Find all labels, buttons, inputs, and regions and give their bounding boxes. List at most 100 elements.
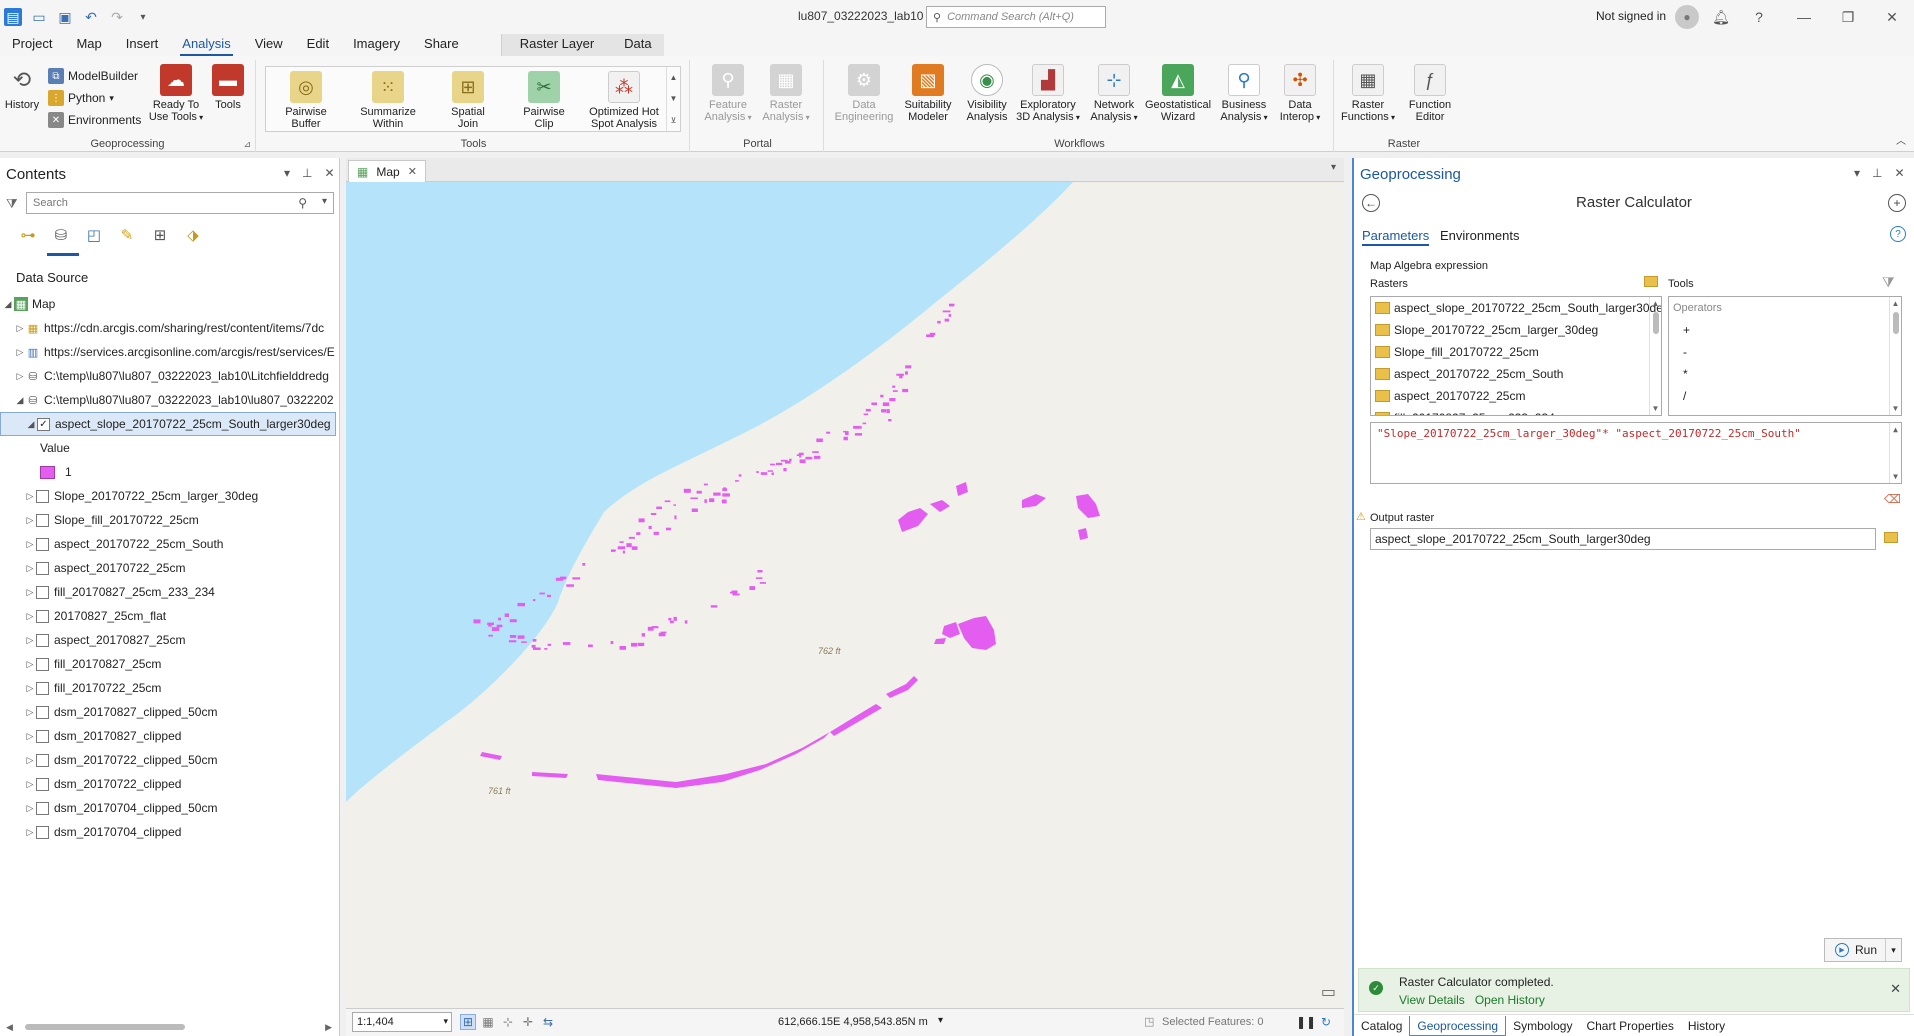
dialog-launcher-icon[interactable]: ⊿ bbox=[243, 139, 251, 150]
layer-visibility-checkbox[interactable] bbox=[36, 801, 49, 815]
legend-item[interactable]: 1 bbox=[40, 465, 72, 480]
tab-imagery[interactable]: Imagery bbox=[341, 34, 412, 56]
tree-layer-row[interactable]: ▷ Slope_fill_20170722_25cm bbox=[0, 508, 338, 532]
bottom-tab-catalog[interactable]: Catalog bbox=[1354, 1016, 1409, 1036]
scroll-right-icon[interactable]: ▶ bbox=[325, 1022, 332, 1033]
tab-raster-layer[interactable]: Raster Layer bbox=[500, 34, 613, 56]
redo-icon[interactable]: ↷ bbox=[108, 8, 126, 26]
view-details-link[interactable]: View Details bbox=[1399, 993, 1465, 1007]
close-tab-icon[interactable]: ✕ bbox=[408, 165, 417, 178]
pause-drawing-icon[interactable]: ❚❚ bbox=[1296, 1014, 1316, 1030]
output-raster-input[interactable]: aspect_slope_20170722_25cm_South_larger3… bbox=[1370, 528, 1876, 550]
expand-icon[interactable]: ▷ bbox=[24, 659, 36, 670]
tab-project[interactable]: Project bbox=[0, 34, 64, 56]
filter-icon[interactable]: ⧩ bbox=[6, 196, 18, 212]
map-canvas[interactable]: 762 ft 761 ft ▭ bbox=[346, 182, 1344, 1008]
suitability-modeler-button[interactable]: ▧ Suitability Modeler bbox=[898, 64, 958, 123]
filter-icon[interactable]: ⧩ bbox=[1882, 274, 1895, 291]
tree-layer-row[interactable]: ▷ aspect_20170722_25cm bbox=[0, 556, 338, 580]
browse-output-folder-icon[interactable] bbox=[1884, 532, 1898, 543]
expand-icon[interactable]: ▷ bbox=[14, 347, 26, 358]
operator-divide[interactable]: / bbox=[1669, 385, 1901, 407]
summarize-within-button[interactable]: ⁙ Summarize Within bbox=[350, 71, 426, 130]
layer-visibility-checkbox[interactable] bbox=[36, 585, 49, 599]
contents-horizontal-scrollbar[interactable]: ◀ ▶ bbox=[6, 1022, 332, 1032]
tab-parameters[interactable]: Parameters bbox=[1362, 228, 1430, 246]
tree-layer-row[interactable]: ▷ fill_20170722_25cm bbox=[0, 676, 338, 700]
tree-layer-row[interactable]: ▷ 20170827_25cm_flat bbox=[0, 604, 338, 628]
tools-button[interactable]: ▬ Tools bbox=[208, 64, 248, 111]
list-by-drawing-order-icon[interactable]: ⊶ bbox=[18, 224, 38, 246]
raster-list-item[interactable]: aspect_20170722_25cm bbox=[1371, 385, 1661, 407]
tree-layer-row[interactable]: ▷ aspect_20170722_25cm_South bbox=[0, 532, 338, 556]
optimized-hot-spot-button[interactable]: ⁂ Optimized Hot Spot Analysis bbox=[584, 71, 664, 130]
raster-list-item[interactable]: Slope_fill_20170722_25cm bbox=[1371, 341, 1661, 363]
tree-layer-row[interactable]: ▷ aspect_20170827_25cm bbox=[0, 628, 338, 652]
gallery-down-icon[interactable]: ▼ bbox=[670, 94, 678, 103]
list-by-selection-icon[interactable]: ◰ bbox=[84, 224, 104, 246]
tab-view[interactable]: View bbox=[243, 34, 295, 56]
scroll-down-icon[interactable]: ▼ bbox=[1652, 404, 1660, 413]
geostatistical-wizard-button[interactable]: ◭ Geostatistical Wizard bbox=[1142, 64, 1214, 123]
expand-icon[interactable]: ▷ bbox=[24, 707, 36, 718]
visibility-analysis-button[interactable]: ◉ Visibility Analysis bbox=[960, 64, 1014, 123]
expand-icon[interactable]: ▷ bbox=[24, 683, 36, 694]
run-button[interactable]: ▶ Run ▾ bbox=[1824, 938, 1902, 962]
tree-source-row[interactable]: ▷ ▥ https://services.arcgisonline.com/ar… bbox=[0, 340, 338, 364]
expand-icon[interactable]: ▷ bbox=[14, 323, 26, 334]
gallery-expand-icon[interactable]: ⊻ bbox=[671, 116, 677, 125]
feature-analysis-button[interactable]: ⚲ Feature Analysis ▾ bbox=[700, 64, 756, 124]
pairwise-buffer-button[interactable]: ◎ Pairwise Buffer bbox=[270, 71, 342, 130]
expand-icon[interactable]: ▷ bbox=[24, 611, 36, 622]
expand-icon[interactable]: ▷ bbox=[24, 539, 36, 550]
operators-scrollbar[interactable]: ▲ ▼ bbox=[1889, 297, 1901, 415]
expand-icon[interactable]: ▷ bbox=[24, 827, 36, 838]
modelbuilder-button[interactable]: ⧉ ModelBuilder bbox=[48, 68, 138, 84]
tree-layer-row[interactable]: ▷ dsm_20170704_clipped_50cm bbox=[0, 796, 338, 820]
scroll-thumb[interactable] bbox=[1892, 312, 1899, 334]
expand-icon[interactable]: ▷ bbox=[24, 635, 36, 646]
restore-icon[interactable]: ❐ bbox=[1836, 6, 1860, 28]
tab-share[interactable]: Share bbox=[412, 34, 471, 56]
undo-icon[interactable]: ↶ bbox=[82, 8, 100, 26]
tree-source-row[interactable]: ▷ ⛁ C:\temp\lu807\lu807_03222023_lab10\L… bbox=[0, 364, 338, 388]
tab-data[interactable]: Data bbox=[612, 34, 664, 56]
layer-visibility-checkbox[interactable] bbox=[36, 489, 49, 503]
open-history-link[interactable]: Open History bbox=[1475, 993, 1545, 1007]
navigation-icon[interactable]: ✛ bbox=[520, 1014, 536, 1030]
scroll-thumb[interactable] bbox=[1652, 312, 1659, 334]
tab-map[interactable]: Map bbox=[64, 34, 113, 56]
search-icon[interactable]: ⚲ bbox=[298, 196, 307, 210]
open-folder-icon[interactable]: ▭ bbox=[30, 8, 48, 26]
layer-visibility-checkbox[interactable] bbox=[36, 705, 49, 719]
layer-visibility-checkbox[interactable] bbox=[36, 777, 49, 791]
map-algebra-expression-input[interactable]: "Slope_20170722_25cm_larger_30deg"* "asp… bbox=[1370, 422, 1902, 484]
pin-icon[interactable]: ⊥ bbox=[1872, 166, 1882, 180]
gallery-scroll[interactable]: ▲ ▼ ⊻ bbox=[666, 67, 680, 131]
expand-icon[interactable]: ▷ bbox=[24, 779, 36, 790]
browse-folder-icon[interactable] bbox=[1644, 276, 1658, 287]
tree-layer-row[interactable]: ▷ dsm_20170704_clipped bbox=[0, 820, 338, 844]
spatial-join-button[interactable]: ⊞ Spatial Join bbox=[436, 71, 500, 130]
view-options-icon[interactable]: ▾ bbox=[1331, 162, 1336, 173]
tab-insert[interactable]: Insert bbox=[114, 34, 171, 56]
layer-visibility-checkbox[interactable] bbox=[36, 825, 49, 839]
map-view-tab[interactable]: ▦ Map ✕ bbox=[348, 160, 426, 182]
tab-analysis[interactable]: Analysis bbox=[170, 34, 242, 56]
layer-visibility-checkbox[interactable] bbox=[36, 681, 49, 695]
expand-icon[interactable]: ▷ bbox=[24, 491, 36, 502]
search-options-icon[interactable]: ▾ bbox=[322, 196, 327, 207]
network-analysis-button[interactable]: ⊹ Network Analysis ▾ bbox=[1086, 64, 1142, 124]
scroll-up-icon[interactable]: ▲ bbox=[1893, 425, 1898, 434]
history-button[interactable]: ⟲ History bbox=[2, 64, 42, 112]
close-notification-icon[interactable]: ✕ bbox=[1890, 981, 1901, 997]
layer-visibility-checkbox[interactable] bbox=[36, 657, 49, 671]
environments-button[interactable]: ✕ Environments bbox=[48, 112, 141, 128]
tree-source-row[interactable]: ◢ ⛁ C:\temp\lu807\lu807_03222023_lab10\l… bbox=[0, 388, 338, 412]
layer-visibility-checkbox[interactable] bbox=[36, 561, 49, 575]
expand-icon[interactable]: ▷ bbox=[14, 371, 26, 382]
list-by-snapping-icon[interactable]: ⊞ bbox=[150, 224, 170, 246]
raster-list-item[interactable]: fill_20170827_25cm_233_234 bbox=[1371, 407, 1661, 415]
operator-plus[interactable]: + bbox=[1669, 319, 1901, 341]
expand-icon[interactable]: ▷ bbox=[24, 803, 36, 814]
